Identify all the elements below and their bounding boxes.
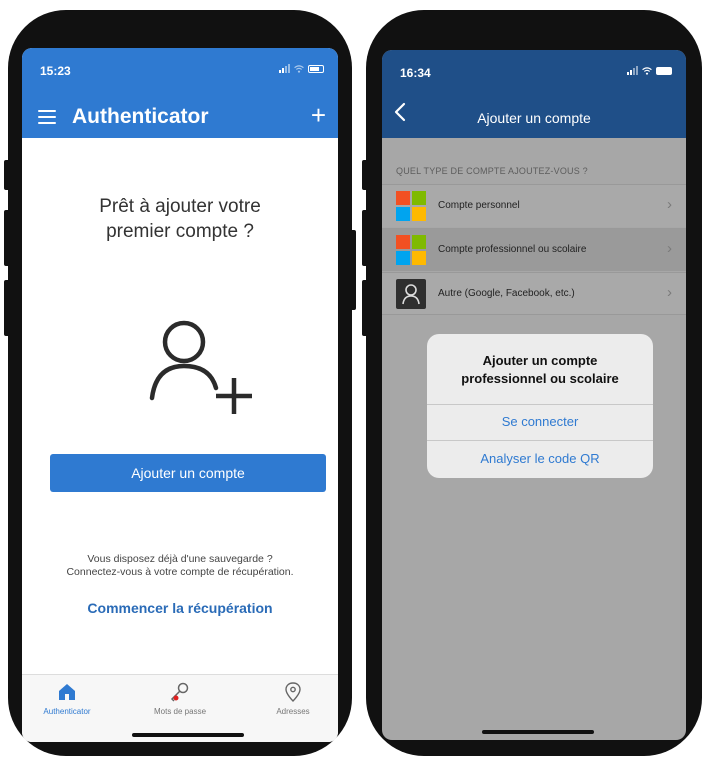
screen-add-account: 16:34 Ajouter un compte QUEL TYPE DE COM… — [382, 50, 686, 740]
add-person-icon — [149, 320, 252, 414]
row-other-account[interactable]: Autre (Google, Facebook, etc.) › — [382, 272, 686, 315]
add-work-account-dialog: Ajouter un compte professionnel ou scola… — [427, 334, 653, 478]
divider — [427, 440, 653, 441]
battery-icon — [656, 67, 672, 75]
add-account-button[interactable]: Ajouter un compte — [50, 454, 326, 492]
tab-authenticator[interactable]: Authenticator — [22, 681, 112, 716]
tab-label-addresses: Adresses — [276, 707, 310, 716]
ready-message: Prêt à ajouter votre premier compte ? — [22, 194, 338, 244]
volume-up-button — [4, 210, 10, 266]
battery-icon — [308, 65, 324, 73]
row-label: Compte professionnel ou scolaire — [438, 244, 587, 255]
app-title: Authenticator — [72, 105, 209, 128]
person-icon — [396, 279, 426, 309]
location-icon — [285, 682, 301, 702]
power-button — [350, 230, 356, 310]
status-bar: 15:23 — [22, 48, 338, 88]
microsoft-logo-icon — [396, 191, 426, 221]
divider — [427, 404, 653, 405]
signal-icon — [627, 66, 638, 75]
phone-frame-left: 15:23 Authenticator + Prêt à ajouter vot… — [4, 10, 356, 756]
status-icons — [279, 64, 324, 73]
tab-label-passwords: Mots de passe — [153, 707, 207, 716]
dialog-title-line-1: Ajouter un compte — [482, 353, 598, 368]
row-label: Compte personnel — [438, 200, 520, 211]
signal-icon — [279, 64, 290, 73]
backup-message: Vous disposez déjà d'une sauvegarde ? Co… — [22, 553, 338, 579]
screen-authenticator-home: 15:23 Authenticator + Prêt à ajouter vot… — [22, 48, 338, 742]
dialog-title-line-2: professionnel ou scolaire — [461, 371, 619, 386]
nav-bar: 16:34 Ajouter un compte — [382, 50, 686, 138]
backup-line-1: Vous disposez déjà d'une sauvegarde ? — [87, 553, 273, 565]
row-personal-account[interactable]: Compte personnel › — [382, 184, 686, 227]
chevron-right-icon: › — [667, 284, 672, 301]
chevron-right-icon: › — [667, 196, 672, 213]
microsoft-logo-icon — [396, 235, 426, 265]
tab-bar: Authenticator Mots de passe Adresses — [22, 674, 338, 742]
wifi-icon — [642, 67, 652, 75]
ready-line-2: premier compte ? — [106, 221, 254, 242]
mute-switch — [4, 160, 10, 190]
volume-down-button — [362, 280, 368, 336]
wifi-icon — [294, 65, 304, 73]
status-time: 16:34 — [400, 66, 431, 80]
status-time: 15:23 — [40, 64, 71, 78]
volume-up-button — [362, 210, 368, 266]
section-header: QUEL TYPE DE COMPTE AJOUTEZ-VOUS ? — [396, 166, 588, 176]
menu-icon[interactable] — [38, 110, 56, 124]
row-work-school-account[interactable]: Compte professionnel ou scolaire › — [382, 228, 686, 271]
dialog-title: Ajouter un compte professionnel ou scola… — [427, 352, 653, 388]
start-recovery-link[interactable]: Commencer la récupération — [22, 600, 338, 616]
status-icons — [627, 66, 672, 75]
row-label: Autre (Google, Facebook, etc.) — [438, 288, 575, 299]
tab-addresses[interactable]: Adresses — [248, 681, 338, 716]
stage: 15:23 Authenticator + Prêt à ajouter vot… — [0, 0, 704, 766]
key-icon — [170, 682, 189, 702]
sign-in-button[interactable]: Se connecter — [427, 414, 653, 429]
phone-frame-right: 16:34 Ajouter un compte QUEL TYPE DE COM… — [362, 10, 702, 756]
tab-label-authenticator: Authenticator — [43, 707, 91, 716]
page-title: Ajouter un compte — [477, 110, 591, 126]
app-header: 15:23 Authenticator + — [22, 48, 338, 138]
mute-switch — [362, 160, 368, 190]
chevron-right-icon: › — [667, 240, 672, 257]
ready-line-1: Prêt à ajouter votre — [99, 196, 261, 217]
home-indicator[interactable] — [132, 733, 244, 737]
tab-passwords[interactable]: Mots de passe — [135, 681, 225, 716]
volume-down-button — [4, 280, 10, 336]
home-indicator[interactable] — [482, 730, 594, 734]
status-bar: 16:34 — [382, 50, 686, 90]
add-icon[interactable]: + — [311, 102, 326, 128]
home-icon — [59, 684, 75, 700]
scan-qr-button[interactable]: Analyser le code QR — [427, 451, 653, 466]
backup-line-2: Connectez-vous à votre compte de récupér… — [66, 566, 294, 578]
